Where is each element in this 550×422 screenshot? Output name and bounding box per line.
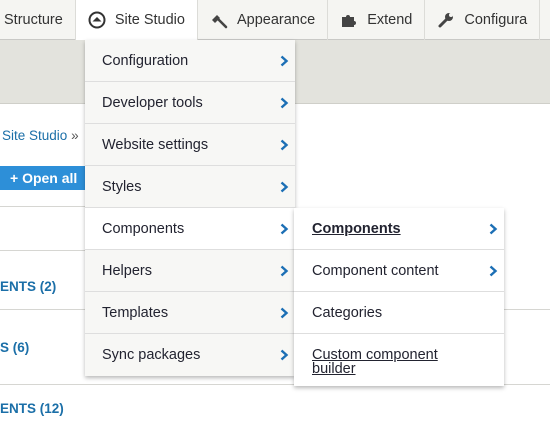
admin-toolbar: Structure Site Studio Appearance Extend …: [0, 0, 550, 40]
chevron-right-icon: [280, 265, 289, 276]
puzzle-icon: [342, 15, 357, 27]
menu-item-helpers[interactable]: Helpers: [85, 250, 295, 292]
paintbrush-icon: [211, 15, 228, 29]
toolbar-item-extend[interactable]: Extend: [328, 0, 426, 40]
toolbar-item-label: Extend: [367, 12, 413, 28]
chevron-right-icon: [489, 223, 498, 234]
menu-item-sync-packages[interactable]: Sync packages: [85, 334, 295, 376]
menu-item-label: Developer tools: [102, 94, 203, 111]
chevron-right-icon: [280, 307, 289, 318]
toolbar-item-label: Site Studio: [114, 12, 185, 28]
wrench-icon: [438, 13, 454, 28]
menu-item-templates[interactable]: Templates: [85, 292, 295, 334]
toolbar-item-label: Configura: [464, 12, 528, 28]
breadcrumb: Site Studio »: [2, 128, 79, 143]
breadcrumb-separator: »: [71, 128, 79, 143]
submenu-item-components[interactable]: Components: [294, 208, 504, 250]
menu-item-styles[interactable]: Styles: [85, 166, 295, 208]
menu-item-configuration[interactable]: Configuration: [85, 40, 295, 82]
menu-item-label: Helpers: [102, 262, 152, 279]
section-heading[interactable]: ENTS (2): [0, 279, 56, 294]
divider: [0, 250, 90, 251]
chevron-right-icon: [489, 265, 498, 276]
toolbar-item-label: Structure: [4, 12, 63, 28]
chevron-right-icon: [280, 349, 289, 361]
toolbar-item-site-studio[interactable]: Site Studio: [75, 0, 198, 40]
toolbar-item-label: Appearance: [236, 12, 316, 28]
site-studio-icon: [88, 11, 106, 29]
menu-item-label: Sync packages: [102, 347, 201, 363]
menu-item-label: Configuration: [102, 52, 189, 69]
toolbar-item-structure[interactable]: Structure: [0, 0, 76, 40]
menu-item-label: Components: [102, 220, 185, 237]
divider: [0, 206, 90, 207]
chevron-right-icon: [280, 181, 289, 192]
breadcrumb-link[interactable]: Site Studio: [2, 128, 67, 143]
toolbar-item-appearance[interactable]: Appearance: [198, 0, 329, 40]
menu-item-website-settings[interactable]: Website settings: [85, 124, 295, 166]
menu-item-developer-tools[interactable]: Developer tools: [85, 82, 295, 124]
menu-item-label: Components: [312, 220, 401, 237]
menu-item-label: Website settings: [102, 136, 209, 153]
site-studio-menu: Configuration Developer tools Website se…: [85, 40, 295, 376]
submenu-item-custom-component-builder[interactable]: Custom component builder: [294, 334, 504, 386]
submenu-item-categories[interactable]: Categories: [294, 292, 504, 334]
menu-item-label: Component content: [312, 262, 439, 279]
menu-item-label: Templates: [102, 304, 169, 321]
chevron-right-icon: [280, 139, 289, 150]
menu-item-label: Categories: [312, 304, 383, 321]
section-heading[interactable]: ENTS (12): [0, 401, 64, 416]
components-submenu: Components Component content Categories …: [294, 208, 504, 386]
menu-item-label: Custom component builder: [312, 347, 438, 377]
chevron-right-icon: [280, 223, 289, 234]
menu-item-label: Styles: [102, 178, 142, 195]
menu-item-components[interactable]: Components: [85, 208, 295, 250]
toolbar-item-configuration[interactable]: Configura: [425, 0, 541, 40]
chevron-right-icon: [280, 55, 289, 66]
section-heading[interactable]: S (6): [0, 340, 29, 355]
chevron-right-icon: [280, 97, 289, 108]
submenu-item-component-content[interactable]: Component content: [294, 250, 504, 292]
